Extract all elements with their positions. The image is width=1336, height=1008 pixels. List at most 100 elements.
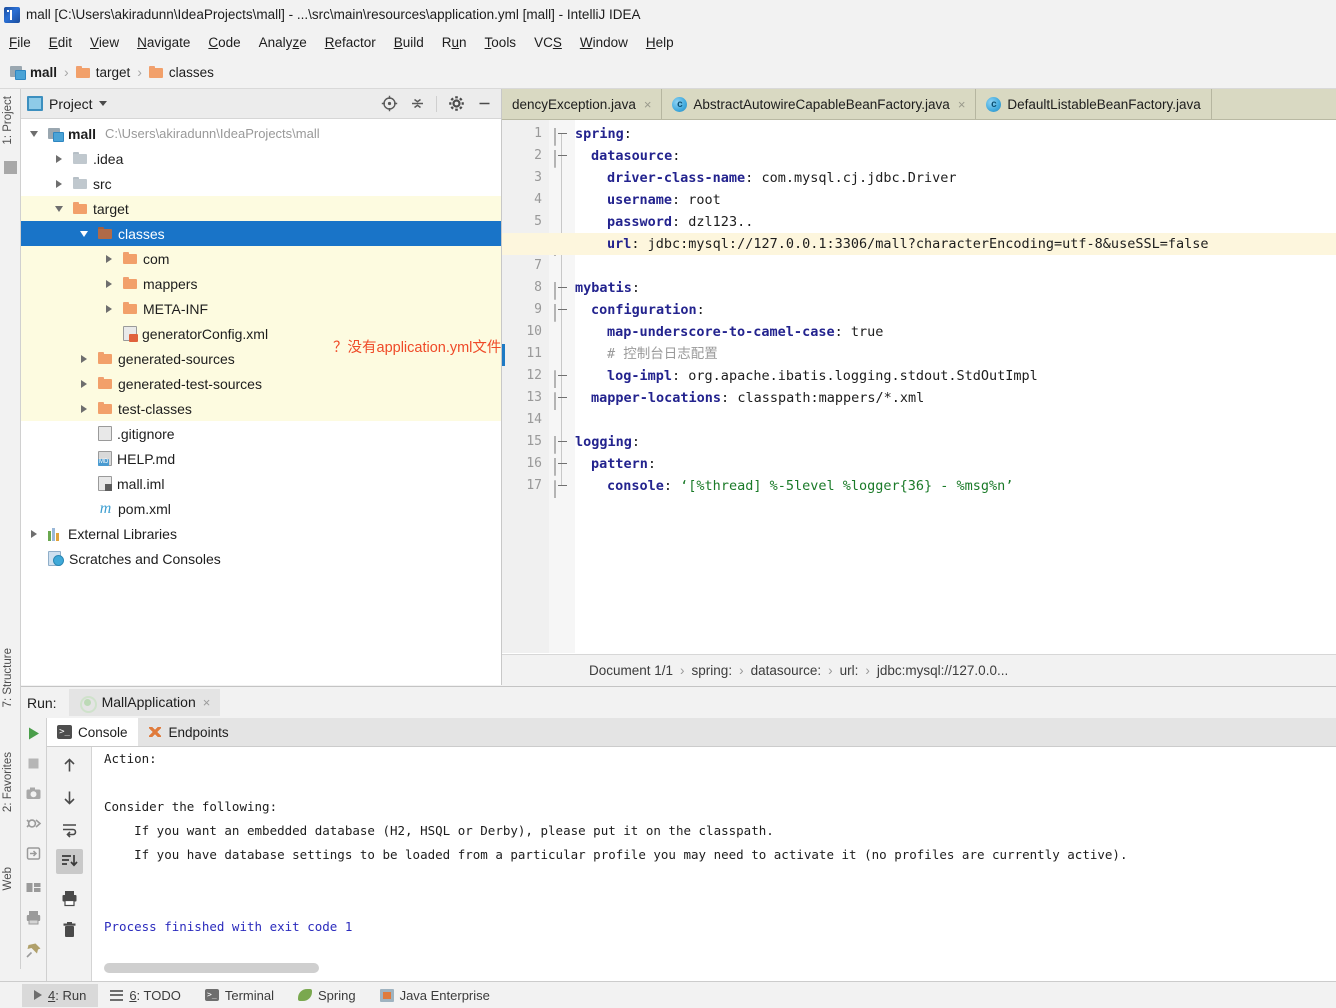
chevron-right-icon[interactable] [100, 304, 118, 313]
editor-breadcrumb-item[interactable]: jdbc:mysql://127.0.0... [875, 662, 1010, 679]
tree-item-mall[interactable]: mall C:\Users\akiradunn\IdeaProjects\mall [21, 121, 501, 146]
up-arrow-icon[interactable] [56, 753, 83, 778]
menu-item-tools[interactable]: Tools [476, 32, 526, 53]
fold-toggle-icon[interactable] [554, 282, 569, 300]
scroll-to-end-icon[interactable] [55, 849, 83, 874]
tree-item-mall-iml[interactable]: mall.iml [21, 471, 501, 496]
console-tab-console[interactable]: >_ Console [47, 718, 138, 746]
tree-item-classes[interactable]: classes [21, 221, 501, 246]
hide-panel-icon[interactable] [473, 93, 495, 115]
layout-icon[interactable] [24, 878, 43, 897]
print-icon[interactable] [56, 886, 83, 911]
run-config-tab[interactable]: MallApplication × [68, 689, 221, 716]
menu-item-refactor[interactable]: Refactor [316, 32, 385, 53]
code-line[interactable]: driver-class-name: com.mysql.cj.jdbc.Dri… [575, 167, 957, 189]
chevron-right-icon[interactable] [75, 354, 93, 363]
menu-item-help[interactable]: Help [637, 32, 683, 53]
editor-tab-abstractautowirecapablebeanfactory-java[interactable]: c AbstractAutowireCapableBeanFactory.java… [662, 89, 977, 119]
code-line[interactable]: console: ‘[%thread] %-5level %logger{36}… [575, 475, 1013, 497]
code-line[interactable]: url: jdbc:mysql://127.0.0.1:3306/mall?ch… [575, 233, 1208, 255]
tree-item-test-classes[interactable]: test-classes [21, 396, 501, 421]
menu-item-analyze[interactable]: Analyze [250, 32, 316, 53]
code-line[interactable]: configuration: [575, 299, 705, 321]
export-icon[interactable] [24, 844, 43, 863]
code-line[interactable]: logging: [575, 431, 640, 453]
chevron-right-icon[interactable] [25, 529, 43, 538]
soft-wrap-icon[interactable] [56, 817, 83, 842]
editor-tab-defaultlistablebeanfactory-java[interactable]: c DefaultListableBeanFactory.java [976, 89, 1212, 119]
statusbar-item-spring[interactable]: Spring [286, 984, 368, 1007]
tree-item-target[interactable]: target [21, 196, 501, 221]
sidebar-item-favorites[interactable]: 2: Favorites [0, 749, 17, 815]
horizontal-scrollbar[interactable] [104, 963, 319, 973]
tree-item--idea[interactable]: .idea [21, 146, 501, 171]
close-icon[interactable]: × [958, 97, 966, 112]
chevron-right-icon[interactable] [100, 254, 118, 263]
editor-breadcrumb-item[interactable]: spring: [690, 662, 735, 679]
menu-item-vcs[interactable]: VCS [525, 32, 571, 53]
chevron-down-icon[interactable] [50, 205, 68, 212]
print-icon[interactable] [24, 908, 43, 927]
chevron-right-icon[interactable] [50, 179, 68, 188]
chevron-down-icon[interactable] [25, 130, 43, 137]
breadcrumb-item-mall[interactable]: mall [6, 63, 61, 82]
fold-toggle-icon[interactable] [554, 436, 569, 454]
rerun-icon[interactable] [24, 724, 43, 743]
code-line[interactable]: # 控制台日志配置 [575, 343, 718, 365]
tree-item-pom-xml[interactable]: m pom.xml [21, 496, 501, 521]
code-line[interactable]: pattern: [575, 453, 656, 475]
editor-tab-dencyexception-java[interactable]: dencyException.java × [502, 89, 663, 119]
close-icon[interactable]: × [203, 695, 211, 710]
editor-breadcrumb-item[interactable]: datasource: [749, 662, 824, 679]
code-editor[interactable]: 1234567891011121314151617 spring:datasou… [502, 120, 1336, 653]
tree-item-scratches-and-consoles[interactable]: Scratches and Consoles [21, 546, 501, 571]
project-tree[interactable]: mall C:\Users\akiradunn\IdeaProjects\mall… [21, 119, 501, 685]
statusbar-item-6-todo[interactable]: 6: TODO [98, 984, 193, 1007]
chevron-right-icon[interactable] [75, 379, 93, 388]
editor-gutter[interactable]: 1234567891011121314151617 [502, 120, 549, 653]
collapse-all-icon[interactable] [406, 93, 428, 115]
menu-item-navigate[interactable]: Navigate [128, 32, 199, 53]
tree-item-mappers[interactable]: mappers [21, 271, 501, 296]
statusbar-item-terminal[interactable]: >_ Terminal [193, 984, 286, 1007]
menu-item-window[interactable]: Window [571, 32, 637, 53]
down-arrow-icon[interactable] [56, 785, 83, 810]
stop-icon[interactable] [24, 754, 43, 773]
fold-toggle-icon[interactable] [554, 392, 569, 410]
chevron-right-icon[interactable] [75, 404, 93, 413]
tree-item-generated-test-sources[interactable]: generated-test-sources [21, 371, 501, 396]
editor-fold-column[interactable] [549, 120, 575, 653]
tree-item-external-libraries[interactable]: External Libraries [21, 521, 501, 546]
tree-item--gitignore[interactable]: .gitignore [21, 421, 501, 446]
breadcrumb-item-target[interactable]: target [72, 63, 135, 82]
menu-item-run[interactable]: Run [433, 32, 476, 53]
code-line[interactable]: datasource: [575, 145, 680, 167]
code-line[interactable]: mybatis: [575, 277, 640, 299]
sidebar-item-web[interactable]: Web [0, 864, 17, 893]
gear-icon[interactable] [445, 93, 467, 115]
chevron-right-icon[interactable] [100, 279, 118, 288]
fold-toggle-icon[interactable] [554, 304, 569, 322]
close-icon[interactable]: × [644, 97, 652, 112]
fold-toggle-icon[interactable] [554, 128, 569, 146]
menu-item-view[interactable]: View [81, 32, 128, 53]
locate-icon[interactable] [378, 93, 400, 115]
code-content[interactable]: spring: datasource: driver-class-name: com… [502, 120, 1336, 653]
console-tab-endpoints[interactable]: Endpoints [138, 718, 239, 746]
code-line[interactable]: map-underscore-to-camel-case: true [575, 321, 883, 343]
fold-toggle-icon[interactable] [554, 150, 569, 168]
pin-icon[interactable] [24, 941, 43, 960]
chevron-right-icon[interactable] [50, 154, 68, 163]
code-line[interactable]: spring: [575, 123, 632, 145]
structure-strip-icon[interactable] [4, 161, 17, 174]
code-line[interactable]: mapper-locations: classpath:mappers/*.xm… [575, 387, 924, 409]
clear-all-icon[interactable] [56, 918, 83, 943]
tree-item-help-md[interactable]: HELP.md [21, 446, 501, 471]
statusbar-item-4-run[interactable]: 4: Run [22, 983, 99, 1007]
fold-toggle-icon[interactable] [554, 370, 569, 388]
console-output[interactable]: Action: Consider the following: If you wa… [92, 747, 1336, 982]
editor-breadcrumb-item[interactable]: Document 1/1 [587, 662, 675, 679]
statusbar-item-java-enterprise[interactable]: Java Enterprise [368, 984, 502, 1007]
code-line[interactable]: password: dzl123.. [575, 211, 753, 233]
code-line[interactable]: log-impl: org.apache.ibatis.logging.stdo… [575, 365, 1038, 387]
